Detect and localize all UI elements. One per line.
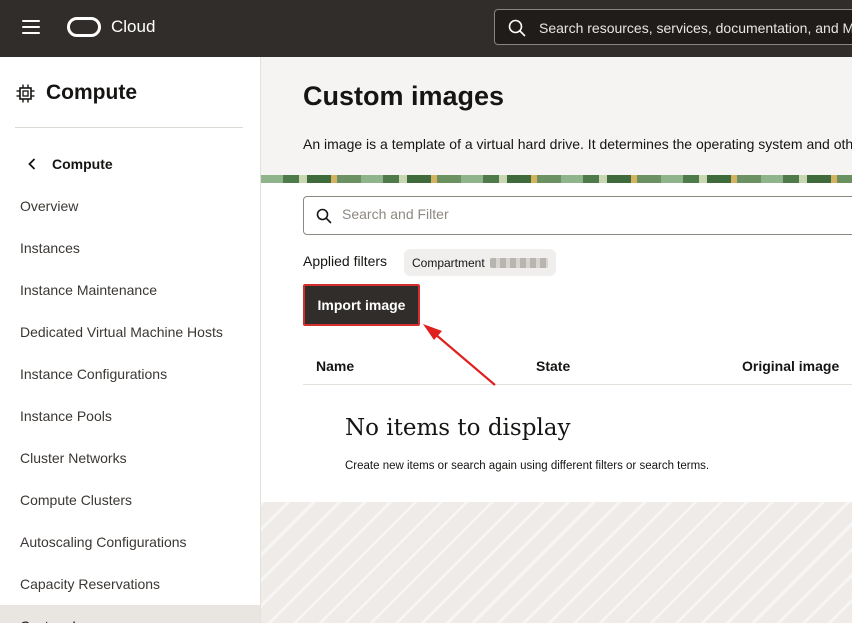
column-header-name[interactable]: Name xyxy=(316,358,354,374)
content-panel: Applied filters Compartment Import image… xyxy=(261,183,852,502)
page-description: An image is a template of a virtual hard… xyxy=(303,136,852,152)
sidebar-item-instance-pools[interactable]: Instance Pools xyxy=(0,395,260,437)
applied-filters-label: Applied filters xyxy=(303,253,388,269)
global-search-placeholder: Search resources, services, documentatio… xyxy=(539,20,852,36)
chip-icon xyxy=(16,84,35,102)
sidebar: Compute Compute Overview Instances Insta… xyxy=(0,57,261,623)
global-search-input[interactable]: Search resources, services, documentatio… xyxy=(494,9,852,45)
sidebar-title: Compute xyxy=(16,81,137,105)
sidebar-item-instance-configurations[interactable]: Instance Configurations xyxy=(0,353,260,395)
filter-chip-label: Compartment xyxy=(412,255,485,270)
sidebar-item-instance-maintenance[interactable]: Instance Maintenance xyxy=(0,269,260,311)
menu-icon[interactable] xyxy=(22,20,40,34)
search-filter-input[interactable] xyxy=(342,206,842,222)
search-icon xyxy=(508,19,526,37)
empty-state-title: No items to display xyxy=(345,415,571,441)
search-filter-field[interactable] xyxy=(303,196,852,235)
sidebar-item-overview[interactable]: Overview xyxy=(0,185,260,227)
sidebar-item-instances[interactable]: Instances xyxy=(0,227,260,269)
empty-state-description: Create new items or search again using d… xyxy=(345,460,710,472)
sidebar-back-link[interactable]: Compute xyxy=(28,156,113,172)
main-content: Custom images An image is a template of … xyxy=(261,57,852,623)
sidebar-item-dedicated-vm-hosts[interactable]: Dedicated Virtual Machine Hosts xyxy=(0,311,260,353)
chevron-left-icon xyxy=(28,158,36,170)
sidebar-item-compute-clusters[interactable]: Compute Clusters xyxy=(0,479,260,521)
sidebar-item-autoscaling-configurations[interactable]: Autoscaling Configurations xyxy=(0,521,260,563)
sidebar-nav: Overview Instances Instance Maintenance … xyxy=(0,185,260,623)
top-bar: Cloud Search resources, services, docume… xyxy=(0,0,852,57)
column-header-state[interactable]: State xyxy=(536,358,570,374)
search-icon xyxy=(316,208,332,224)
sidebar-item-capacity-reservations[interactable]: Capacity Reservations xyxy=(0,563,260,605)
sidebar-item-cluster-networks[interactable]: Cluster Networks xyxy=(0,437,260,479)
compartment-filter-chip[interactable]: Compartment xyxy=(404,249,556,276)
sidebar-title-label: Compute xyxy=(46,81,137,104)
import-image-button[interactable]: Import image xyxy=(303,284,420,326)
oracle-logo-icon[interactable] xyxy=(67,17,101,37)
decorative-banner xyxy=(261,175,852,183)
decorative-background xyxy=(261,502,852,623)
table-header: Name State Original image xyxy=(303,347,852,385)
sidebar-item-custom-images[interactable]: Custom Images xyxy=(0,605,260,623)
page-title: Custom images xyxy=(303,81,505,111)
redacted-value xyxy=(489,257,548,268)
column-header-original-image[interactable]: Original image xyxy=(742,358,839,374)
sidebar-back-label: Compute xyxy=(52,156,113,172)
sidebar-divider xyxy=(15,127,243,128)
brand-name: Cloud xyxy=(111,17,156,36)
